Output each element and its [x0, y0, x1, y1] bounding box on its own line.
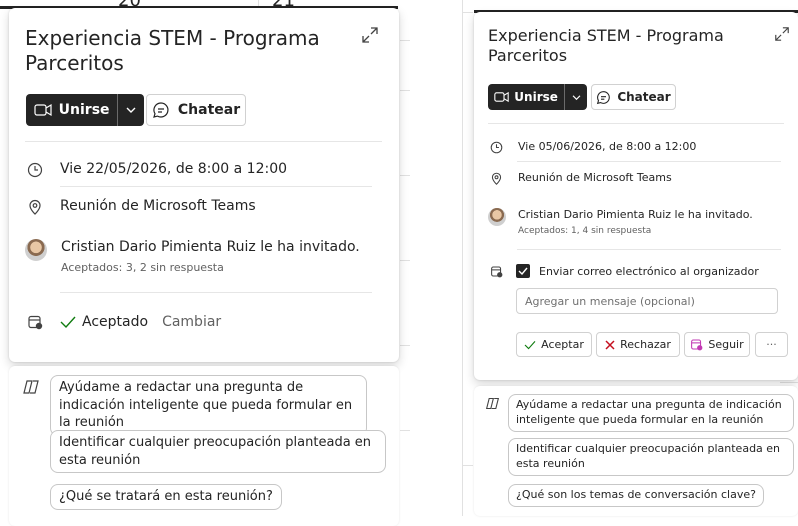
video-camera-icon: [494, 91, 510, 103]
event-title: Experiencia STEM - Programa Parceritos: [488, 26, 724, 65]
divider: [488, 123, 784, 124]
expand-icon[interactable]: [361, 26, 379, 48]
event-date: Vie 05/06/2026, de 8:00 a 12:00: [518, 140, 697, 153]
grid-line: [463, 465, 473, 466]
close-icon: [605, 339, 615, 350]
chat-icon: [597, 90, 611, 104]
chat-icon: [152, 102, 169, 118]
suggestion-chip[interactable]: ¿Qué se tratará en esta reunión?: [50, 484, 282, 510]
attendance-summary: Aceptados: 3, 2 sin respuesta: [61, 261, 224, 274]
join-dropdown[interactable]: [117, 94, 144, 126]
avatar: [25, 239, 47, 261]
divider: [60, 292, 372, 293]
event-title: Experiencia STEM - Programa Parceritos: [25, 26, 320, 75]
invite-text: Cristian Dario Pimienta Ruiz le ha invit…: [518, 208, 753, 221]
avatar: [488, 208, 506, 226]
suggestion-chip[interactable]: Ayúdame a redactar una pregunta de indic…: [50, 375, 367, 436]
checkmark-icon: [524, 340, 536, 349]
event-date-row: Vie 05/06/2026, de 8:00 a 12:00: [488, 140, 696, 154]
message-placeholder: Agregar un mensaje (opcional): [525, 294, 695, 308]
calendar-response-icon: [25, 313, 45, 331]
join-main[interactable]: Unirse: [488, 84, 564, 110]
clock-icon: [25, 161, 45, 179]
suggestion-chip[interactable]: ¿Qué son los temas de conversación clave…: [508, 484, 764, 507]
accepted-label: Aceptado: [82, 314, 149, 330]
event-location-row: Reunión de Microsoft Teams: [25, 198, 256, 216]
grid-line: [463, 12, 473, 13]
accept-label: Aceptar: [541, 338, 584, 351]
organizer-row: Cristian Dario Pimienta Ruiz le ha invit…: [25, 239, 360, 274]
join-label: Unirse: [58, 102, 110, 118]
email-organizer-row: Enviar correo electrónico al organizador: [488, 264, 759, 278]
join-button[interactable]: Unirse: [26, 94, 144, 126]
checkmark-icon: [60, 316, 76, 329]
grid-line: [400, 175, 410, 176]
event-location: Reunión de Microsoft Teams: [60, 198, 256, 214]
more-options-button[interactable]: ···: [755, 332, 788, 357]
email-organizer-checkbox[interactable]: [516, 264, 530, 278]
grid-line: [400, 260, 410, 261]
divider: [517, 249, 781, 250]
decline-button[interactable]: Rechazar: [596, 332, 680, 357]
accept-button[interactable]: Aceptar: [516, 332, 592, 357]
calendar-response-icon: [488, 264, 504, 278]
grid-line: [400, 40, 410, 41]
suggestion-chip[interactable]: Ayúdame a redactar una pregunta de indic…: [508, 394, 794, 432]
organizer-row: Cristian Dario Pimienta Ruiz le ha invit…: [488, 208, 753, 236]
follow-label: Seguir: [708, 338, 744, 351]
chat-button[interactable]: Chatear: [146, 94, 246, 126]
copilot-panel-right: Ayúdame a redactar una pregunta de indic…: [474, 386, 798, 516]
event-date: Vie 22/05/2026, de 8:00 a 12:00: [60, 161, 288, 177]
location-pin-icon: [25, 198, 45, 216]
grid-line: [780, 382, 798, 383]
grid-line: [400, 345, 410, 346]
suggestion-chip[interactable]: Identificar cualquier preocupación plant…: [508, 438, 794, 476]
expand-icon[interactable]: [774, 26, 790, 46]
event-location-row: Reunión de Microsoft Teams: [488, 171, 672, 185]
calendar-follow-icon: [691, 339, 703, 351]
decline-label: Rechazar: [620, 338, 671, 351]
join-label: Unirse: [514, 90, 558, 104]
invite-text: Cristian Dario Pimienta Ruiz le ha invit…: [61, 239, 360, 255]
event-date-row: Vie 22/05/2026, de 8:00 a 12:00: [25, 161, 287, 179]
join-main[interactable]: Unirse: [26, 94, 117, 126]
grid-line: [400, 430, 410, 431]
email-organizer-label: Enviar correo electrónico al organizador: [539, 264, 759, 278]
message-input[interactable]: Agregar un mensaje (opcional): [516, 288, 778, 314]
accepted-status: Aceptado: [60, 314, 148, 330]
event-popup-left: Experiencia STEM - Programa Parceritos U…: [9, 8, 399, 362]
event-location: Reunión de Microsoft Teams: [518, 171, 672, 184]
chat-button[interactable]: Chatear: [591, 84, 676, 110]
rsvp-status-row: Aceptado Cambiar: [25, 313, 221, 331]
divider: [517, 161, 781, 162]
checkmark-icon: [518, 267, 528, 275]
chat-label: Chatear: [617, 90, 671, 104]
suggestion-chip[interactable]: Identificar cualquier preocupación plant…: [50, 430, 386, 474]
chevron-down-icon: [572, 94, 581, 100]
event-popup-right: Experiencia STEM - Programa Parceritos U…: [474, 12, 798, 380]
chevron-down-icon: [126, 107, 136, 113]
join-dropdown[interactable]: [564, 84, 587, 110]
follow-button[interactable]: Seguir: [684, 332, 750, 357]
video-camera-icon: [34, 103, 52, 117]
copilot-icon: [22, 378, 40, 400]
grid-line: [400, 90, 410, 91]
divider: [25, 141, 382, 142]
grid-line: [462, 0, 463, 516]
copilot-panel-left: Ayúdame a redactar una pregunta de indic…: [9, 366, 399, 526]
divider: [60, 186, 372, 187]
join-button[interactable]: Unirse: [488, 84, 587, 110]
copilot-icon: [485, 396, 500, 415]
chat-label: Chatear: [177, 102, 241, 118]
location-pin-icon: [488, 171, 504, 185]
clock-icon: [488, 140, 504, 154]
change-response-link[interactable]: Cambiar: [162, 314, 221, 330]
more-options-icon: ···: [766, 338, 777, 351]
attendance-summary: Aceptados: 1, 4 sin respuesta: [518, 226, 652, 236]
